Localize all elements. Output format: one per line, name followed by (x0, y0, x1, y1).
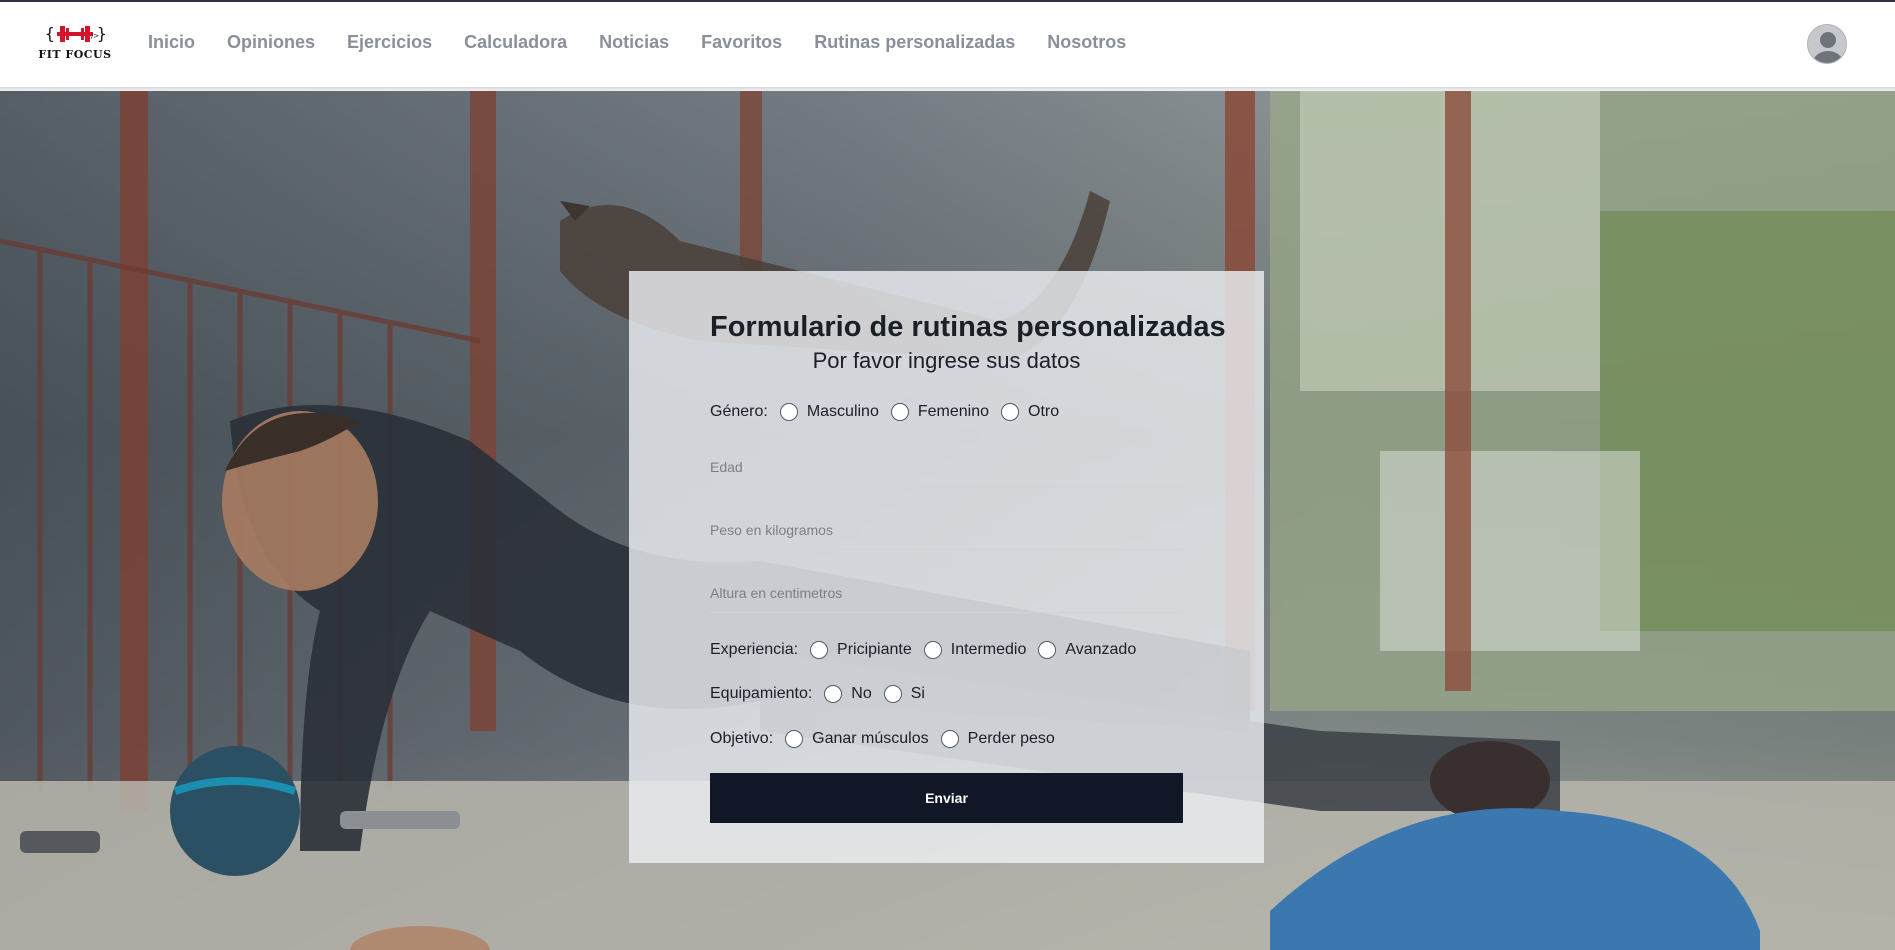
equipment-group: Equipamiento: No Si (710, 685, 937, 703)
dumbbell-logo-icon: { } /> (45, 24, 107, 43)
experience-label: Experiencia: (710, 641, 799, 658)
equipment-label: Equipamiento: (710, 685, 813, 702)
goal-option-label: Ganar músculos (812, 730, 929, 747)
nav-link-favoritos[interactable]: Favoritos (701, 32, 782, 53)
experience-option-label: Pricipiante (837, 641, 912, 658)
nav-link-opiniones[interactable]: Opiniones (227, 32, 315, 53)
nav-link-noticias[interactable]: Noticias (599, 32, 669, 53)
age-field-wrapper (710, 447, 1183, 487)
nav-link-nosotros[interactable]: Nosotros (1047, 32, 1126, 53)
experience-group: Experiencia: Pricipiante Intermedio Avan… (710, 641, 1148, 659)
svg-text:/>: /> (91, 32, 99, 40)
gender-option-label: Otro (1028, 403, 1060, 420)
height-field-wrapper (710, 573, 1183, 613)
equipment-radio-si[interactable] (883, 685, 902, 703)
svg-text:{: { (45, 24, 55, 43)
experience-option-label: Intermedio (950, 641, 1027, 658)
goal-group: Objetivo: Ganar músculos Perder peso (710, 730, 1067, 748)
navbar: { } /> FIT FOCUS Inicio Opiniones Ejerci… (0, 0, 1895, 87)
user-avatar[interactable] (1807, 24, 1847, 64)
nav-link-inicio[interactable]: Inicio (148, 32, 195, 53)
equipment-radio-no[interactable] (824, 685, 843, 703)
gender-option-label: Masculino (806, 403, 879, 420)
logo-text: FIT FOCUS (38, 48, 112, 61)
equipment-option-label: No (851, 685, 872, 702)
experience-radio-principiante[interactable] (810, 641, 829, 659)
form-title: Formulario de rutinas personalizadas (710, 311, 1226, 343)
gender-radio-otro[interactable] (1001, 403, 1019, 421)
equipment-option-label: Si (910, 685, 925, 702)
user-avatar-icon (1808, 25, 1846, 63)
weight-field-wrapper (710, 510, 1183, 550)
weight-input[interactable] (710, 510, 1183, 549)
experience-radio-intermedio[interactable] (923, 641, 942, 659)
nav-link-calculadora[interactable]: Calculadora (464, 32, 567, 53)
experience-option-label: Avanzado (1065, 641, 1137, 658)
main-nav: Inicio Opiniones Ejercicios Calculadora … (148, 32, 1158, 53)
gender-radio-masculino[interactable] (779, 403, 798, 421)
routine-form: Formulario de rutinas personalizadas Por… (629, 271, 1264, 863)
experience-radio-avanzado[interactable] (1038, 641, 1057, 659)
gender-group: Género: Masculino Femenino Otro (710, 403, 1071, 421)
nav-link-rutinas-personalizadas[interactable]: Rutinas personalizadas (814, 32, 1015, 53)
hero-background: Formulario de rutinas personalizadas Por… (0, 91, 1895, 950)
nav-link-ejercicios[interactable]: Ejercicios (347, 32, 432, 53)
goal-radio-perder-peso[interactable] (940, 730, 959, 748)
gender-radio-femenino[interactable] (890, 403, 909, 421)
height-input[interactable] (710, 573, 1183, 612)
age-input[interactable] (710, 447, 1183, 486)
logo[interactable]: { } /> FIT FOCUS (38, 22, 112, 68)
goal-radio-ganar-musculos[interactable] (785, 730, 804, 748)
gender-option-label: Femenino (917, 403, 989, 420)
gender-label: Género: (710, 403, 768, 420)
goal-label: Objetivo: (710, 730, 774, 747)
goal-option-label: Perder peso (967, 730, 1055, 747)
submit-button[interactable]: Enviar (710, 773, 1183, 823)
form-subtitle: Por favor ingrese sus datos (812, 348, 1081, 373)
